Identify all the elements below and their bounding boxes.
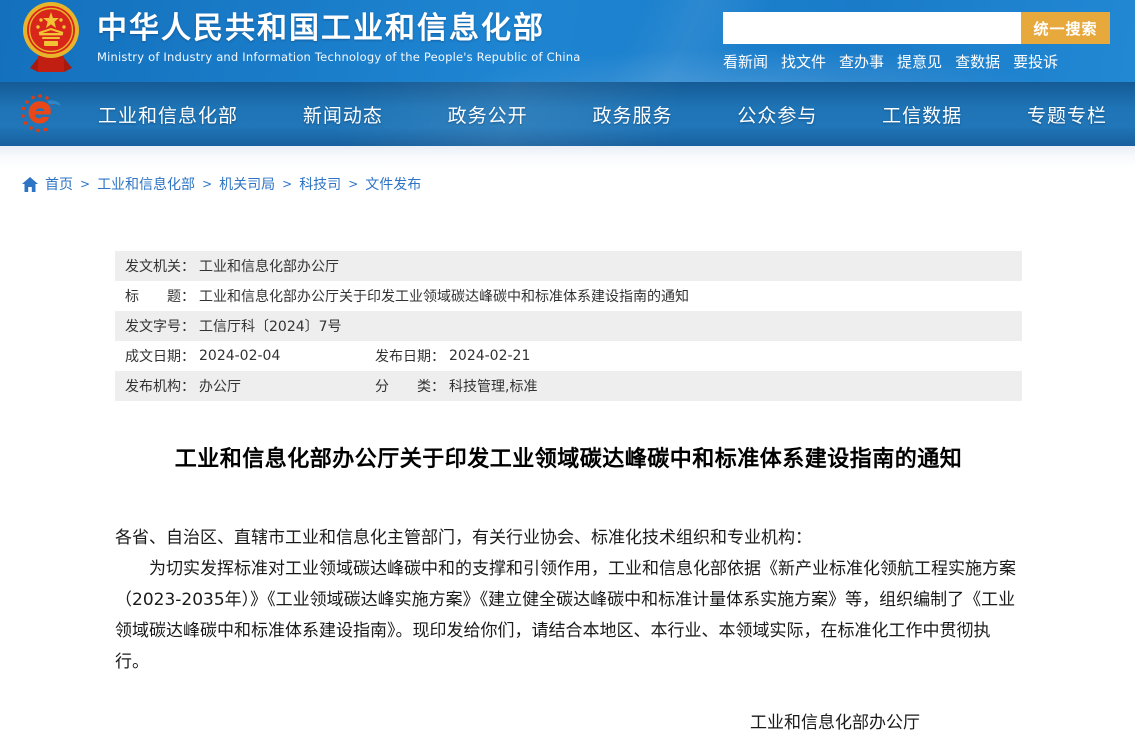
- nav-item-data-label[interactable]: 工信数据: [882, 105, 962, 127]
- article-body: 各省、自治区、直辖市工业和信息化主管部门，有关行业协会、标准化技术组织和专业机构…: [115, 523, 1022, 678]
- meta-row-dates: 成文日期： 2024-02-04 发布日期： 2024-02-21: [115, 341, 1022, 371]
- nav-item-miit-label[interactable]: 工业和信息化部: [98, 105, 238, 127]
- nav-item-data[interactable]: 工信数据: [882, 101, 962, 128]
- breadcrumb-miit[interactable]: 工业和信息化部: [97, 174, 195, 194]
- meta-label: 发布机构：: [125, 376, 195, 396]
- breadcrumb-separator: >: [282, 177, 292, 191]
- meta-label: 标 题：: [125, 286, 195, 306]
- nav-item-gov-info-label[interactable]: 政务公开: [448, 105, 528, 127]
- signature-block: 工业和信息化部办公厅 2024年2月4日: [115, 708, 1022, 751]
- breadcrumb-separator: >: [202, 177, 212, 191]
- miit-logo-icon[interactable]: [20, 93, 64, 135]
- meta-row-publisher-category: 发布机构： 办公厅 分 类： 科技管理,标准: [115, 371, 1022, 401]
- article-paragraph-salutation: 各省、自治区、直辖市工业和信息化主管部门，有关行业协会、标准化技术组织和专业机构…: [115, 523, 1022, 554]
- quick-link-feedback[interactable]: 提意见: [897, 51, 942, 72]
- breadcrumb-separator: >: [348, 177, 358, 191]
- nav-item-participation[interactable]: 公众参与: [737, 101, 817, 128]
- quick-link-services[interactable]: 查办事: [839, 51, 884, 72]
- site-header: 中华人民共和国工业和信息化部 Ministry of Industry and …: [0, 0, 1135, 82]
- meta-value: 2024-02-21: [449, 348, 530, 364]
- quick-link-data[interactable]: 查数据: [955, 51, 1000, 72]
- signature-date: 2024年2月4日: [115, 746, 1022, 751]
- content-top-fade: [0, 146, 1135, 168]
- nav-items: 工业和信息化部 新闻动态 政务公开 政务服务 公众参与 工信数据 专题专栏: [98, 82, 1107, 146]
- nav-item-news-label[interactable]: 新闻动态: [303, 105, 383, 127]
- meta-value: 工业和信息化部办公厅: [199, 256, 339, 276]
- nav-item-news[interactable]: 新闻动态: [303, 101, 383, 128]
- meta-label: 发文机关：: [125, 256, 195, 276]
- quick-links: 看新闻 找文件 查办事 提意见 查数据 要投诉: [723, 51, 1058, 72]
- nav-item-gov-info[interactable]: 政务公开: [448, 101, 528, 128]
- meta-label: 发文字号：: [125, 316, 195, 336]
- quick-link-files[interactable]: 找文件: [781, 51, 826, 72]
- quick-link-complaint[interactable]: 要投诉: [1013, 51, 1058, 72]
- meta-row-title: 标 题： 工业和信息化部办公厅关于印发工业领域碳达峰碳中和标准体系建设指南的通知: [115, 281, 1022, 311]
- breadcrumb: 首页 > 工业和信息化部 > 机关司局 > 科技司 > 文件发布: [22, 174, 1135, 194]
- meta-row-issuing-agency: 发文机关： 工业和信息化部办公厅: [115, 251, 1022, 281]
- search-bar: 统一搜索: [723, 12, 1110, 44]
- meta-value: 工业和信息化部办公厅关于印发工业领域碳达峰碳中和标准体系建设指南的通知: [199, 286, 689, 306]
- article-title: 工业和信息化部办公厅关于印发工业领域碳达峰碳中和标准体系建设指南的通知: [115, 441, 1022, 473]
- quick-link-news[interactable]: 看新闻: [723, 51, 768, 72]
- signature-agency: 工业和信息化部办公厅: [115, 708, 1022, 733]
- article-paragraph-main: 为切实发挥标准对工业领域碳达峰碳中和的支撑和引领作用，工业和信息化部依据《新产业…: [115, 554, 1022, 678]
- site-title: 中华人民共和国工业和信息化部: [97, 12, 580, 46]
- meta-label: 成文日期：: [125, 346, 195, 366]
- nav-item-topics-label[interactable]: 专题专栏: [1027, 105, 1107, 127]
- nav-item-gov-services[interactable]: 政务服务: [592, 101, 672, 128]
- primary-nav: 工业和信息化部 新闻动态 政务公开 政务服务 公众参与 工信数据 专题专栏: [0, 82, 1135, 146]
- meta-value: 科技管理,标准: [449, 376, 537, 396]
- meta-label: 分 类：: [375, 376, 445, 396]
- site-subtitle: Ministry of Industry and Information Tec…: [97, 50, 580, 64]
- search-button[interactable]: 统一搜索: [1021, 12, 1110, 44]
- meta-row-doc-number: 发文字号： 工信厅科〔2024〕7号: [115, 311, 1022, 341]
- home-icon[interactable]: [22, 177, 38, 192]
- meta-label: 发布日期：: [375, 346, 445, 366]
- breadcrumb-separator: >: [80, 177, 90, 191]
- breadcrumb-departments[interactable]: 机关司局: [219, 174, 275, 194]
- nav-item-topics[interactable]: 专题专栏: [1027, 101, 1107, 128]
- national-emblem-icon[interactable]: [22, 0, 80, 76]
- breadcrumb-home[interactable]: 首页: [45, 174, 73, 194]
- nav-item-gov-services-label[interactable]: 政务服务: [592, 105, 672, 127]
- nav-item-participation-label[interactable]: 公众参与: [737, 105, 817, 127]
- breadcrumb-tech-dept[interactable]: 科技司: [299, 174, 341, 194]
- meta-value: 2024-02-04: [199, 348, 280, 364]
- breadcrumb-document-release[interactable]: 文件发布: [365, 174, 421, 194]
- nav-item-miit[interactable]: 工业和信息化部: [98, 101, 238, 128]
- meta-value: 办公厅: [199, 376, 241, 396]
- document-meta-table: 发文机关： 工业和信息化部办公厅 标 题： 工业和信息化部办公厅关于印发工业领域…: [115, 251, 1022, 401]
- search-input[interactable]: [723, 12, 1021, 44]
- meta-value: 工信厅科〔2024〕7号: [199, 316, 342, 336]
